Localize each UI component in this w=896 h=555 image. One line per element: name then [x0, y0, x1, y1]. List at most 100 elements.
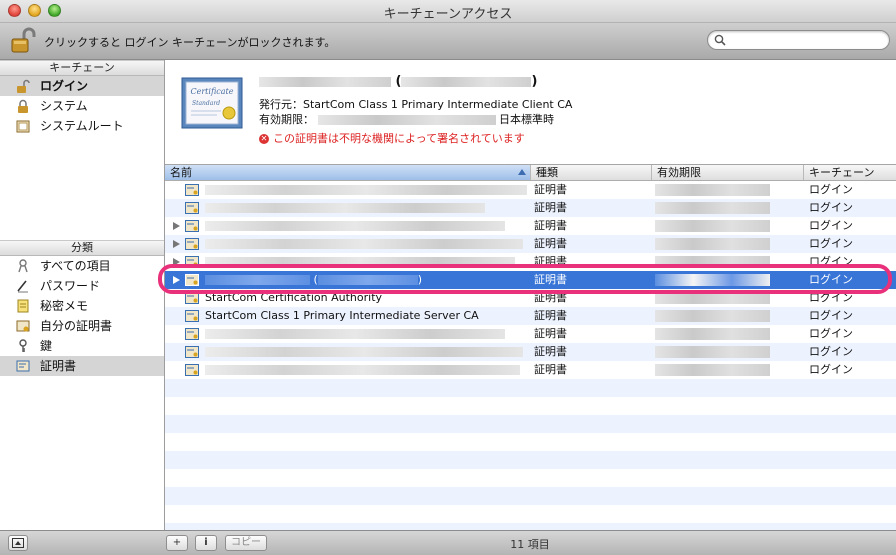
redacted-name — [205, 239, 523, 249]
column-header-kind[interactable]: 種類 — [531, 165, 652, 180]
redacted-name-detail — [317, 275, 418, 285]
empty-row — [165, 505, 896, 523]
sidebar-item-passwords[interactable]: パスワード — [0, 276, 164, 296]
disclosure-triangle-icon[interactable] — [173, 222, 180, 230]
search-field[interactable] — [707, 30, 890, 50]
column-header-expires[interactable]: 有効期限 — [652, 165, 804, 180]
redacted-name — [205, 347, 523, 357]
table-row[interactable]: StartCom Class 1 Primary Intermediate Se… — [165, 307, 896, 325]
certificate-icon — [185, 346, 199, 358]
search-input[interactable] — [728, 32, 878, 48]
redacted-expiry — [655, 310, 770, 322]
redacted-expiry — [655, 202, 770, 214]
toggle-sidebar-button[interactable] — [8, 535, 28, 551]
sidebar-item-keys[interactable]: 鍵 — [0, 336, 164, 356]
all-items-icon — [18, 259, 28, 273]
redacted-name — [205, 329, 505, 339]
table-row[interactable]: 証明書 ログイン — [165, 343, 896, 361]
sort-ascending-icon — [518, 169, 526, 175]
certificate-icon — [185, 364, 199, 376]
sidebar-item-label: 鍵 — [40, 339, 53, 353]
row-name: () — [205, 271, 529, 289]
certificate-icon — [185, 328, 199, 340]
column-header-keychain[interactable]: キーチェーン — [804, 165, 896, 180]
certificate-icon — [185, 256, 199, 268]
redacted-expiry — [317, 115, 496, 125]
redacted-name — [205, 203, 485, 213]
empty-row — [165, 397, 896, 415]
table-row[interactable]: 証明書 ログイン — [165, 217, 896, 235]
window-title: キーチェーンアクセス — [383, 7, 513, 22]
redacted-expiry — [655, 274, 770, 286]
table-row[interactable]: 証明書 ログイン — [165, 325, 896, 343]
copy-button[interactable]: コピー — [225, 535, 267, 551]
key-icon — [19, 339, 27, 352]
disclosure-triangle-icon[interactable] — [173, 276, 180, 284]
table-header: 名前 種類 有効期限 キーチェーン — [165, 165, 896, 181]
disclosure-triangle-icon[interactable] — [173, 258, 180, 266]
password-icon — [17, 280, 28, 293]
empty-row — [165, 451, 896, 469]
column-header-name[interactable]: 名前 — [165, 165, 531, 180]
certificate-table: 名前 種類 有効期限 キーチェーン 証明書 ログイン 証明書 ログイン 証明書 — [165, 165, 896, 541]
certificate-icon — [185, 274, 199, 286]
sidebar-item-label: パスワード — [40, 279, 101, 293]
sidebar-item-system[interactable]: システム — [0, 96, 164, 116]
empty-row — [165, 433, 896, 451]
table-row[interactable]: 証明書 ログイン — [165, 181, 896, 199]
bottom-bar: + i コピー 11 項目 — [0, 530, 896, 555]
table-row-selected[interactable]: () 証明書 ログイン — [165, 271, 896, 289]
sidebar-item-certificates[interactable]: 証明書 — [0, 356, 164, 376]
certificate-large-icon: Certificate Standard — [181, 77, 243, 129]
add-button[interactable]: + — [166, 535, 188, 551]
sidebar-item-secure-notes[interactable]: 秘密メモ — [0, 296, 164, 316]
sidebar-item-all-items[interactable]: すべての項目 — [0, 256, 164, 276]
table-row[interactable]: 証明書 ログイン — [165, 253, 896, 271]
empty-row — [165, 469, 896, 487]
redacted-name — [205, 365, 520, 375]
redacted-name — [205, 275, 310, 285]
search-icon — [714, 34, 726, 46]
certificate-icon — [16, 360, 30, 372]
expiry-line: 有効期限： 日本標準時 — [259, 113, 554, 126]
redacted-name — [205, 221, 505, 231]
system-roots-icon — [16, 120, 30, 133]
issuer-line: 発行元：StartCom Class 1 Primary Intermediat… — [259, 98, 573, 111]
certificate-icon — [185, 184, 199, 196]
empty-row — [165, 415, 896, 433]
info-button[interactable]: i — [195, 535, 217, 551]
sidebar-toggle-icon — [12, 538, 24, 548]
table-row[interactable]: 証明書 ログイン — [165, 199, 896, 217]
redacted-expiry — [655, 220, 770, 232]
empty-row — [165, 379, 896, 397]
redacted-expiry — [655, 238, 770, 250]
secure-note-icon — [17, 299, 29, 313]
system-lock-icon — [18, 99, 28, 113]
category-section: 分類 すべての項目 パスワード 秘密メモ 自分の証明書 鍵 証明書 — [0, 240, 164, 376]
title-bar: キーチェーンアクセス — [0, 0, 896, 23]
login-keychain-icon — [17, 79, 30, 93]
redacted-expiry — [655, 364, 770, 376]
keychains-header: キーチェーン — [0, 60, 164, 76]
unlocked-padlock-icon[interactable] — [9, 26, 37, 54]
sidebar-item-label: 自分の証明書 — [40, 319, 113, 333]
sidebar-item-login[interactable]: ログイン — [0, 76, 164, 96]
redacted-name-detail — [401, 76, 532, 87]
toolbar: クリックすると ログイン キーチェーンがロックされます。 — [0, 23, 896, 60]
row-name: StartCom Class 1 Primary Intermediate Se… — [205, 309, 479, 322]
sidebar-item-system-roots[interactable]: システムルート — [0, 116, 164, 136]
table-row[interactable]: 証明書 ログイン — [165, 361, 896, 379]
sidebar-item-my-certificates[interactable]: 自分の証明書 — [0, 316, 164, 336]
error-icon: ✕ — [259, 134, 269, 144]
certificate-icon — [185, 310, 199, 322]
item-count: 11 項目 — [510, 538, 550, 551]
table-row[interactable]: 証明書 ログイン — [165, 235, 896, 253]
cert-image-text-2: Standard — [192, 100, 220, 107]
table-row[interactable]: StartCom Certification Authority 証明書 ログイ… — [165, 289, 896, 307]
empty-row — [165, 487, 896, 505]
redacted-expiry — [655, 184, 770, 196]
redacted-name — [259, 76, 391, 87]
sidebar-item-label: すべての項目 — [40, 259, 111, 273]
redacted-name — [205, 185, 527, 195]
disclosure-triangle-icon[interactable] — [173, 240, 180, 248]
